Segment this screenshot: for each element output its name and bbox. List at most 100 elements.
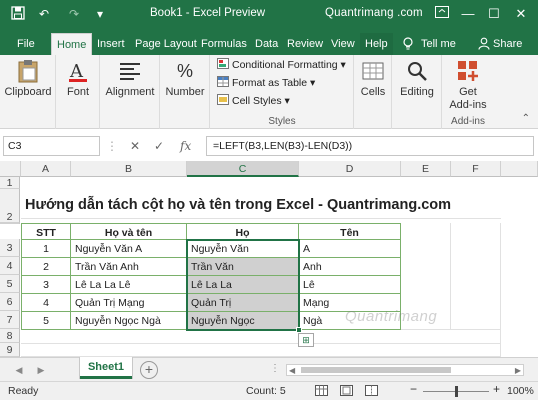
table-cell[interactable]: Nguyễn Văn A [71,240,187,258]
select-all-corner[interactable] [0,161,21,177]
column-header-f[interactable]: F [451,161,501,177]
table-cell[interactable]: Lê [299,276,401,294]
table-cell[interactable]: 4 [21,294,71,312]
conditional-formatting-button[interactable]: Conditional Formatting ▾ [217,57,346,73]
save-icon[interactable] [10,6,26,22]
zoom-out-icon[interactable]: − [410,383,417,396]
column-header-e[interactable]: E [401,161,451,177]
table-cell[interactable]: Anh [299,258,401,276]
quick-analysis-icon[interactable]: ⊞ [298,333,314,347]
table-cell[interactable]: Quản Trị [187,294,299,312]
enter-icon[interactable]: ✓ [154,136,164,156]
row-header-8[interactable]: 8 [0,329,20,343]
get-addins-button[interactable]: Get Add-ins [442,58,494,112]
page-layout-view-icon[interactable] [340,385,353,400]
scroll-thumb[interactable] [301,367,451,373]
sheet-tab-sheet1[interactable]: Sheet1 [80,357,132,379]
row-header-4[interactable]: 4 [0,257,20,275]
header-cell-ho-va-ten[interactable]: Họ và tên [71,223,187,240]
tab-help[interactable]: Help [360,33,393,55]
editing-button[interactable]: Editing [392,58,442,99]
alignment-button[interactable]: Alignment [100,58,160,99]
ribbon-home: Clipboard A Font Alignment % Number Cond… [0,55,538,129]
table-cell[interactable]: A [299,240,401,258]
scroll-left-icon[interactable]: ◀ [289,365,295,376]
empty-cell[interactable] [21,330,501,344]
scroll-right-icon[interactable]: ▶ [515,365,521,376]
minimize-button[interactable]: — [458,4,478,24]
tab-insert[interactable]: Insert [92,33,130,55]
row-header-6[interactable]: 6 [0,293,20,311]
table-cell[interactable]: Trần Văn [187,258,299,276]
table-cell[interactable]: Nguyễn Văn [187,240,299,258]
redo-icon[interactable]: ↷ [66,6,82,22]
editing-group: Editing [392,55,442,129]
restore-button[interactable]: ☐ [484,4,504,24]
prev-sheet-icon[interactable]: ◀ [12,362,26,378]
table-cell[interactable]: 3 [21,276,71,294]
horizontal-scrollbar[interactable]: ◀ ▶ [286,364,524,376]
header-cell-ho[interactable]: Họ [187,223,299,240]
tab-view[interactable]: View [326,33,360,55]
qat-customize-icon[interactable]: ▾ [92,6,108,22]
add-sheet-button[interactable]: + [140,361,158,379]
cells-icon [362,62,384,80]
close-button[interactable]: ✕ [511,4,531,24]
normal-view-icon[interactable] [315,385,328,400]
next-sheet-icon[interactable]: ▶ [34,362,48,378]
insert-function-icon[interactable]: fx [180,136,191,156]
table-cell[interactable]: 1 [21,240,71,258]
format-as-table-button[interactable]: Format as Table ▾ [217,75,315,91]
worksheet-grid[interactable]: A B C D E F 1 2 3 4 5 6 7 8 9 Hướng dẫn … [0,161,538,357]
tab-data[interactable]: Data [250,33,283,55]
addins-group-label: Add-ins [451,116,485,127]
table-cell[interactable]: 2 [21,258,71,276]
row-header-5[interactable]: 5 [0,275,20,293]
table-cell[interactable]: Nguyễn Ngọc Ngà [71,312,187,330]
cells-button[interactable]: Cells [354,58,392,99]
number-button[interactable]: % Number [160,58,210,99]
alignment-group: Alignment [100,55,160,129]
table-cell[interactable]: Trần Văn Anh [71,258,187,276]
header-cell-stt[interactable]: STT [21,223,71,240]
table-cell[interactable]: 5 [21,312,71,330]
table-cell[interactable]: Nguyễn Ngọc [187,312,299,330]
table-cell[interactable]: Quản Trị Mạng [71,294,187,312]
font-button[interactable]: A Font [56,58,100,99]
table-cell[interactable]: Lê La La [187,276,299,294]
tab-page-layout[interactable]: Page Layout [130,33,202,55]
tab-formulas[interactable]: Formulas [196,33,252,55]
empty-cell[interactable] [21,344,501,357]
cell-styles-button[interactable]: Cell Styles ▾ [217,93,290,109]
ribbon-display-icon[interactable] [432,4,452,24]
share-button[interactable]: Share [488,33,527,55]
empty-cell[interactable] [451,223,501,330]
sheet-title-cell[interactable]: Hướng dẫn tách cột họ và tên trong Excel… [21,191,501,219]
zoom-level[interactable]: 100% [507,385,534,398]
clipboard-button[interactable]: Clipboard [4,58,52,99]
tab-review[interactable]: Review [282,33,328,55]
sheet-tab-options-icon[interactable]: ⋮ [270,363,280,374]
undo-icon[interactable]: ↶ [36,6,52,22]
name-box[interactable]: C3 [3,136,100,156]
header-cell-ten[interactable]: Tên [299,223,401,240]
column-header-b[interactable]: B [71,161,187,177]
tab-file[interactable]: File [12,33,40,55]
page-break-view-icon[interactable] [365,385,378,400]
row-header-9[interactable]: 9 [0,343,20,357]
row-header-1[interactable]: 1 [0,177,20,189]
row-header-2[interactable]: 2 [0,189,20,223]
zoom-in-icon[interactable]: + [493,383,500,396]
row-header-7[interactable]: 7 [0,311,20,329]
formula-input[interactable]: =LEFT(B3,LEN(B3)-LEN(D3)) [206,136,534,156]
tab-home[interactable]: Home [51,33,93,55]
column-header-d[interactable]: D [299,161,401,177]
zoom-slider-thumb[interactable] [455,386,458,397]
row-header-3[interactable]: 3 [0,239,20,257]
collapse-ribbon-icon[interactable]: ⌃ [522,113,530,124]
table-cell[interactable]: Lê La La Lê [71,276,187,294]
cancel-icon[interactable]: ✕ [130,136,140,156]
column-header-a[interactable]: A [21,161,71,177]
column-header-c[interactable]: C [187,161,299,177]
tell-me-search[interactable]: Tell me [416,33,461,55]
